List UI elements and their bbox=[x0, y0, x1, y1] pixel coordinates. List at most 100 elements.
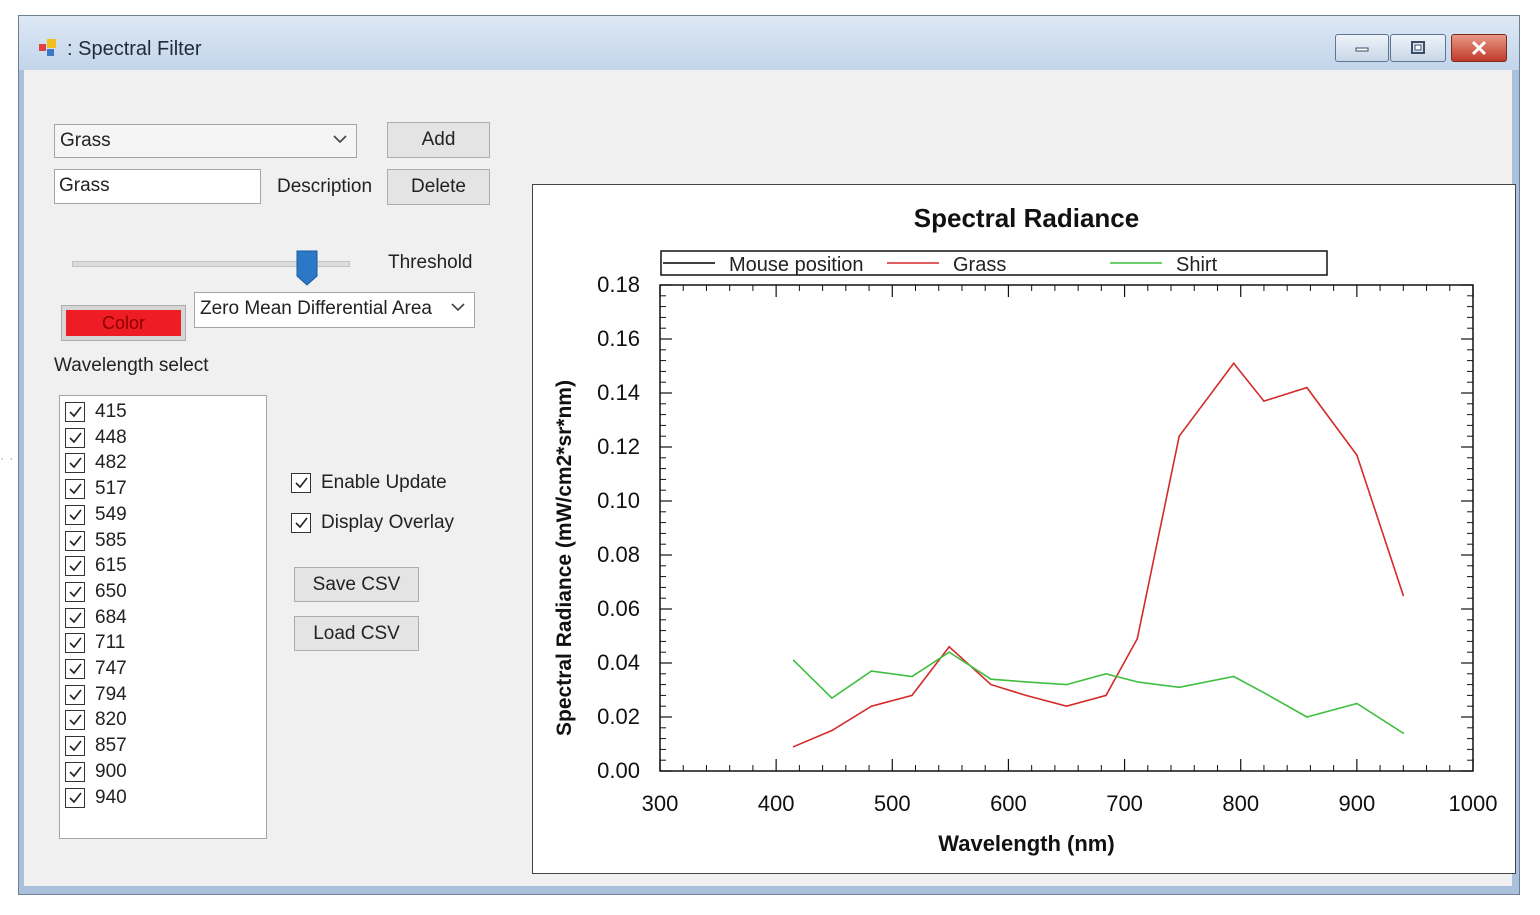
color-button[interactable]: Color bbox=[61, 305, 186, 341]
checkbox-icon bbox=[65, 607, 85, 628]
data-point bbox=[911, 675, 913, 678]
wavelength-item[interactable]: 820 bbox=[65, 708, 127, 732]
spectral-radiance-chart[interactable]: Spectral Radiance Mouse position Grass Shir… bbox=[533, 185, 1515, 873]
wavelength-item[interactable]: 615 bbox=[65, 554, 127, 578]
wavelength-item[interactable]: 857 bbox=[65, 734, 127, 758]
x-tick-label: 800 bbox=[1222, 791, 1259, 816]
checkbox-icon bbox=[65, 659, 85, 679]
wavelength-item[interactable]: 940 bbox=[65, 786, 127, 810]
add-button[interactable]: Add bbox=[387, 122, 490, 158]
wavelength-label: 549 bbox=[95, 503, 127, 525]
data-point bbox=[948, 651, 950, 653]
y-tick-label: 0.16 bbox=[597, 326, 640, 351]
wavelength-label: 747 bbox=[95, 658, 127, 679]
wavelength-label: 940 bbox=[95, 786, 127, 808]
method-combo[interactable]: Zero Mean Differential Area bbox=[194, 292, 475, 328]
name-field[interactable]: Grass bbox=[54, 169, 261, 204]
wavelength-item[interactable]: 517 bbox=[65, 477, 127, 501]
y-tick-label: 0.14 bbox=[597, 380, 640, 405]
delete-button[interactable]: Delete bbox=[387, 169, 490, 205]
wavelength-item[interactable]: 900 bbox=[65, 760, 127, 784]
checkbox-icon bbox=[291, 473, 311, 493]
wavelength-item[interactable]: 448 bbox=[65, 426, 127, 450]
material-combo-value: Grass bbox=[60, 130, 111, 151]
data-point bbox=[1306, 716, 1308, 718]
legend-label: Mouse position bbox=[729, 254, 864, 276]
data-point bbox=[831, 697, 833, 699]
data-point bbox=[990, 683, 992, 686]
checkbox-icon bbox=[65, 479, 85, 500]
wavelength-item[interactable]: 585 bbox=[65, 529, 127, 553]
data-point bbox=[1263, 400, 1265, 402]
data-point bbox=[1178, 435, 1180, 437]
enable-update-checkbox[interactable]: Enable Update bbox=[291, 472, 447, 494]
wavelength-item[interactable]: 711 bbox=[65, 631, 125, 655]
data-point bbox=[1232, 362, 1235, 365]
wavelength-item[interactable]: 650 bbox=[65, 580, 127, 604]
wavelength-item[interactable]: 482 bbox=[65, 451, 127, 475]
data-point bbox=[792, 745, 795, 748]
load-csv-button[interactable]: Load CSV bbox=[294, 616, 419, 651]
chart-title: Spectral Radiance bbox=[914, 203, 1139, 233]
minimize-button[interactable] bbox=[1335, 34, 1389, 62]
legend-label: Shirt bbox=[1176, 254, 1218, 276]
checkbox-icon bbox=[291, 513, 311, 533]
checkbox-icon bbox=[65, 787, 85, 808]
wavelength-label: 820 bbox=[95, 709, 127, 731]
data-point bbox=[1306, 386, 1308, 389]
data-point bbox=[1402, 732, 1405, 734]
wavelength-item[interactable]: 794 bbox=[65, 683, 127, 707]
checkbox-icon bbox=[65, 453, 85, 474]
checkbox-icon bbox=[65, 581, 85, 602]
plot-area bbox=[659, 284, 1474, 772]
checkbox-icon bbox=[65, 761, 85, 782]
checkbox-icon bbox=[65, 402, 85, 422]
wavelength-label: 415 bbox=[95, 401, 127, 422]
wavelength-item[interactable]: 549 bbox=[65, 503, 127, 527]
data-point bbox=[1356, 454, 1358, 456]
threshold-label: Threshold bbox=[388, 252, 473, 273]
wavelength-select-label: Wavelength select bbox=[54, 355, 209, 376]
x-tick-label: 1000 bbox=[1449, 791, 1498, 816]
data-point bbox=[1232, 675, 1235, 678]
name-field-value: Grass bbox=[59, 175, 110, 196]
legend-label: Grass bbox=[953, 254, 1006, 276]
close-icon bbox=[1471, 40, 1487, 56]
data-point bbox=[870, 670, 873, 672]
main-window: : Spectral Filter Grass Add Grass Descri… bbox=[18, 15, 1520, 895]
x-tick-label: 900 bbox=[1338, 791, 1375, 816]
data-point bbox=[990, 678, 992, 680]
threshold-slider-thumb[interactable] bbox=[296, 250, 318, 286]
display-overlay-checkbox[interactable]: Display Overlay bbox=[291, 512, 454, 534]
data-point bbox=[1065, 705, 1068, 707]
material-combo[interactable]: Grass bbox=[54, 124, 357, 158]
save-csv-button[interactable]: Save CSV bbox=[294, 567, 419, 602]
data-point bbox=[1402, 594, 1405, 597]
wavelength-item[interactable]: 747 bbox=[65, 657, 127, 681]
wavelength-list[interactable]: 415 448 482 517 549 585 615 650 684 711 747 794 820 8… bbox=[59, 395, 267, 839]
restore-icon bbox=[1411, 41, 1425, 54]
wavelength-label: 857 bbox=[95, 735, 127, 757]
wavelength-label: 585 bbox=[95, 529, 127, 551]
data-point bbox=[1136, 637, 1139, 640]
data-point bbox=[948, 646, 950, 648]
title-bar[interactable]: : Spectral Filter bbox=[19, 16, 1519, 70]
maximize-button[interactable] bbox=[1390, 34, 1446, 62]
data-point bbox=[1356, 702, 1358, 705]
close-button[interactable] bbox=[1451, 34, 1507, 62]
y-tick-label: 0.04 bbox=[597, 650, 640, 675]
minimize-icon bbox=[1355, 47, 1369, 52]
x-tick-label: 300 bbox=[642, 791, 679, 816]
wavelength-label: 900 bbox=[95, 760, 127, 782]
wavelength-item[interactable]: 415 bbox=[65, 400, 127, 424]
chart-panel[interactable]: Spectral Radiance Mouse position Grass Shir… bbox=[532, 184, 1516, 874]
client-area: Grass Add Grass Description Delete Thres… bbox=[24, 70, 1516, 886]
data-point bbox=[870, 705, 873, 707]
wavelength-item[interactable]: 684 bbox=[65, 606, 127, 630]
data-point bbox=[1263, 691, 1265, 694]
wavelength-label: 448 bbox=[95, 426, 127, 448]
checkbox-icon bbox=[65, 427, 85, 448]
wavelength-label: 517 bbox=[95, 478, 127, 500]
checkbox-icon bbox=[65, 530, 85, 551]
description-label: Description bbox=[277, 176, 373, 197]
